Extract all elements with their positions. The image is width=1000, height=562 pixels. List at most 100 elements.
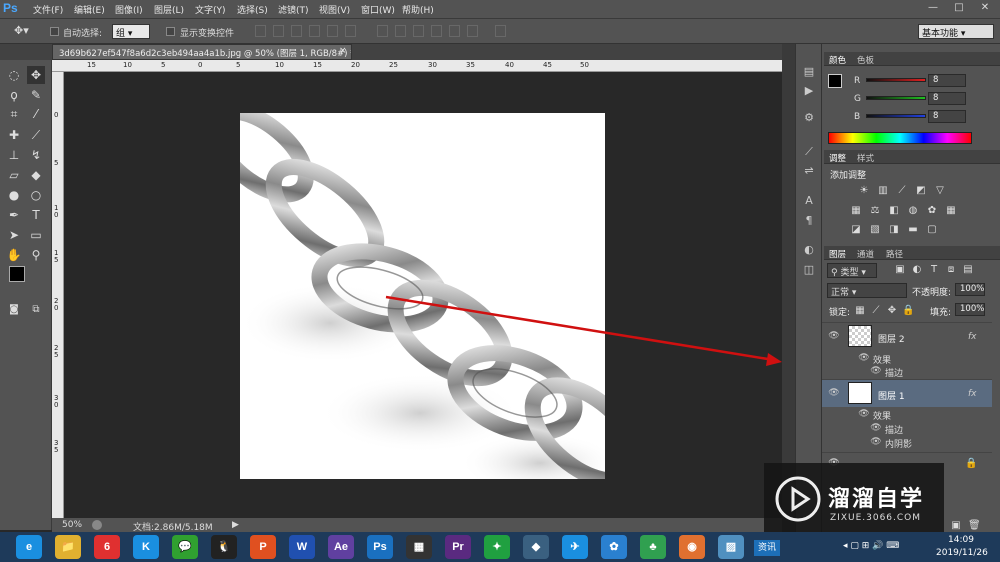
- align-bottom-icon[interactable]: [291, 25, 302, 37]
- layer-1-fx-icon[interactable]: fx: [968, 389, 977, 399]
- distribute-hcenter-icon[interactable]: [449, 25, 460, 37]
- distribute-right-icon[interactable]: [467, 25, 478, 37]
- paragraph-panel-icon[interactable]: ¶: [801, 213, 817, 229]
- document-close-icon[interactable]: ×: [339, 46, 347, 56]
- menu-layer[interactable]: 图层(L): [154, 3, 184, 16]
- distribute-top-icon[interactable]: [377, 25, 388, 37]
- history-panel-icon[interactable]: ▤: [801, 64, 817, 80]
- blend-mode-dropdown[interactable]: 正常 ▾: [827, 283, 907, 298]
- channel-g-value[interactable]: 8: [928, 92, 966, 105]
- marquee-tool-icon[interactable]: ◌: [5, 66, 23, 84]
- minimize-button[interactable]: —: [924, 2, 942, 16]
- exposure-adjust-icon[interactable]: ◩: [915, 185, 927, 197]
- taskbar-app-icon[interactable]: P: [250, 535, 276, 559]
- tab-channels[interactable]: 通道: [857, 248, 874, 260]
- layer-filter-dropdown[interactable]: ⚲ 类型 ▾: [827, 263, 877, 278]
- align-hcenter-icon[interactable]: [327, 25, 338, 37]
- zoom-tool-icon[interactable]: ⚲: [27, 246, 45, 264]
- brush-tool-icon[interactable]: ⟋: [27, 126, 45, 144]
- vibrance-adjust-icon[interactable]: ▽: [934, 185, 946, 197]
- layer-1-visibility-eye-icon[interactable]: 👁: [828, 388, 840, 400]
- taskbar-app-icon[interactable]: K: [133, 535, 159, 559]
- channel-r-value[interactable]: 8: [928, 74, 966, 87]
- menu-type[interactable]: 文字(Y): [195, 3, 226, 16]
- channel-mixer-adjust-icon[interactable]: ✿: [926, 205, 938, 217]
- restore-button[interactable]: □: [950, 2, 968, 16]
- menu-window[interactable]: 窗口(W): [361, 3, 395, 16]
- taskbar-app-icon[interactable]: ✈: [562, 535, 588, 559]
- layer-2-effects-eye-icon[interactable]: 👁: [858, 353, 870, 365]
- slider-r[interactable]: [866, 78, 926, 82]
- history-brush-tool-icon[interactable]: ↯: [27, 146, 45, 164]
- blur-tool-icon[interactable]: ●: [5, 186, 23, 204]
- taskbar-app-icon[interactable]: 6: [94, 535, 120, 559]
- selective-color-adjust-icon[interactable]: ▢: [926, 224, 938, 236]
- threshold-adjust-icon[interactable]: ◨: [888, 224, 900, 236]
- tab-styles[interactable]: 样式: [857, 152, 874, 164]
- menu-edit[interactable]: 编辑(E): [74, 3, 105, 16]
- channel-b-value[interactable]: 8: [928, 110, 966, 123]
- taskbar-app-icon[interactable]: 💬: [172, 535, 198, 559]
- layer-1-stroke-eye-icon[interactable]: 👁: [870, 423, 882, 435]
- tab-color[interactable]: 颜色: [829, 54, 846, 66]
- eyedropper-tool-icon[interactable]: ⁄: [27, 105, 45, 123]
- screen-mode-icon[interactable]: ⧉: [27, 301, 45, 319]
- layer-2-name[interactable]: 图层 2: [878, 332, 905, 345]
- move-tool-icon[interactable]: ✥: [27, 66, 45, 84]
- lock-position-icon[interactable]: ✥: [886, 305, 898, 317]
- lock-all-icon[interactable]: 🔒: [902, 305, 914, 317]
- layer-2-stroke-eye-icon[interactable]: 👁: [870, 366, 882, 378]
- opacity-value[interactable]: 100%: [955, 283, 985, 296]
- taskbar-news[interactable]: 资讯: [754, 540, 780, 556]
- hue-sat-adjust-icon[interactable]: ▦: [850, 205, 862, 217]
- taskbar-app-icon[interactable]: ✿: [601, 535, 627, 559]
- layer-1-effects-eye-icon[interactable]: 👁: [858, 409, 870, 421]
- taskbar-app-icon[interactable]: 🐧: [211, 535, 237, 559]
- tray-icons[interactable]: ◂ ▢ ⊞ 🔊 ⌨: [843, 541, 899, 551]
- lock-transparent-icon[interactable]: ▦: [854, 305, 866, 317]
- taskbar-app-icon[interactable]: ▨: [718, 535, 744, 559]
- character-panel-icon[interactable]: A: [801, 193, 817, 209]
- paint-bucket-tool-icon[interactable]: ◆: [27, 166, 45, 184]
- status-menu-arrow-icon[interactable]: ▶: [232, 520, 239, 530]
- posterize-adjust-icon[interactable]: ▧: [869, 224, 881, 236]
- layer-2-effect-stroke[interactable]: 描边: [885, 366, 903, 379]
- brush-panel-icon[interactable]: ⟋: [801, 144, 817, 160]
- clone-source-icon[interactable]: ⇌: [801, 163, 817, 179]
- align-left-icon[interactable]: [309, 25, 320, 37]
- color-lookup-adjust-icon[interactable]: ▦: [945, 205, 957, 217]
- filter-shape-icon[interactable]: ⧈: [945, 264, 957, 276]
- curves-adjust-icon[interactable]: ⟋: [896, 185, 908, 197]
- taskbar-app-icon[interactable]: W: [289, 535, 315, 559]
- layer-2-visibility-eye-icon[interactable]: 👁: [828, 331, 840, 343]
- taskbar-app-icon[interactable]: e: [16, 535, 42, 559]
- filter-type-icon[interactable]: T: [928, 264, 940, 276]
- menu-select[interactable]: 选择(S): [237, 3, 268, 16]
- tab-swatches[interactable]: 色板: [857, 54, 874, 66]
- layer-1-effect-inner-shadow[interactable]: 内阴影: [885, 437, 912, 450]
- tab-adjustments[interactable]: 调整: [829, 152, 846, 164]
- layer-1-name[interactable]: 图层 1: [878, 389, 905, 402]
- quick-select-tool-icon[interactable]: ✎: [27, 86, 45, 104]
- properties-panel-icon[interactable]: ⚙: [801, 110, 817, 126]
- auto-select-dropdown[interactable]: 组 ▾: [112, 24, 150, 39]
- auto-select-checkbox[interactable]: [50, 27, 59, 36]
- foreground-color-swatch[interactable]: [9, 266, 25, 282]
- gradient-map-adjust-icon[interactable]: ▬: [907, 224, 919, 236]
- clone-stamp-tool-icon[interactable]: ⊥: [5, 146, 23, 164]
- distribute-vcenter-icon[interactable]: [395, 25, 406, 37]
- layer-1-inner-shadow-eye-icon[interactable]: 👁: [870, 437, 882, 449]
- layer-2-fx-icon[interactable]: fx: [968, 332, 977, 342]
- taskbar-app-icon[interactable]: Pr: [445, 535, 471, 559]
- workspace-switcher[interactable]: 基本功能 ▾: [918, 24, 994, 39]
- eraser-tool-icon[interactable]: ▱: [5, 166, 23, 184]
- rectangle-tool-icon[interactable]: ▭: [27, 226, 45, 244]
- color-foreground-swatch[interactable]: [828, 74, 842, 88]
- filter-smart-icon[interactable]: ▤: [962, 264, 974, 276]
- distribute-bottom-icon[interactable]: [413, 25, 424, 37]
- healing-brush-tool-icon[interactable]: ✚: [5, 126, 23, 144]
- lock-pixels-icon[interactable]: ⟋: [870, 305, 882, 317]
- delete-layer-icon[interactable]: 🗑: [968, 520, 981, 532]
- tool-presets-icon[interactable]: ◐: [801, 242, 817, 258]
- taskbar-app-icon[interactable]: Ae: [328, 535, 354, 559]
